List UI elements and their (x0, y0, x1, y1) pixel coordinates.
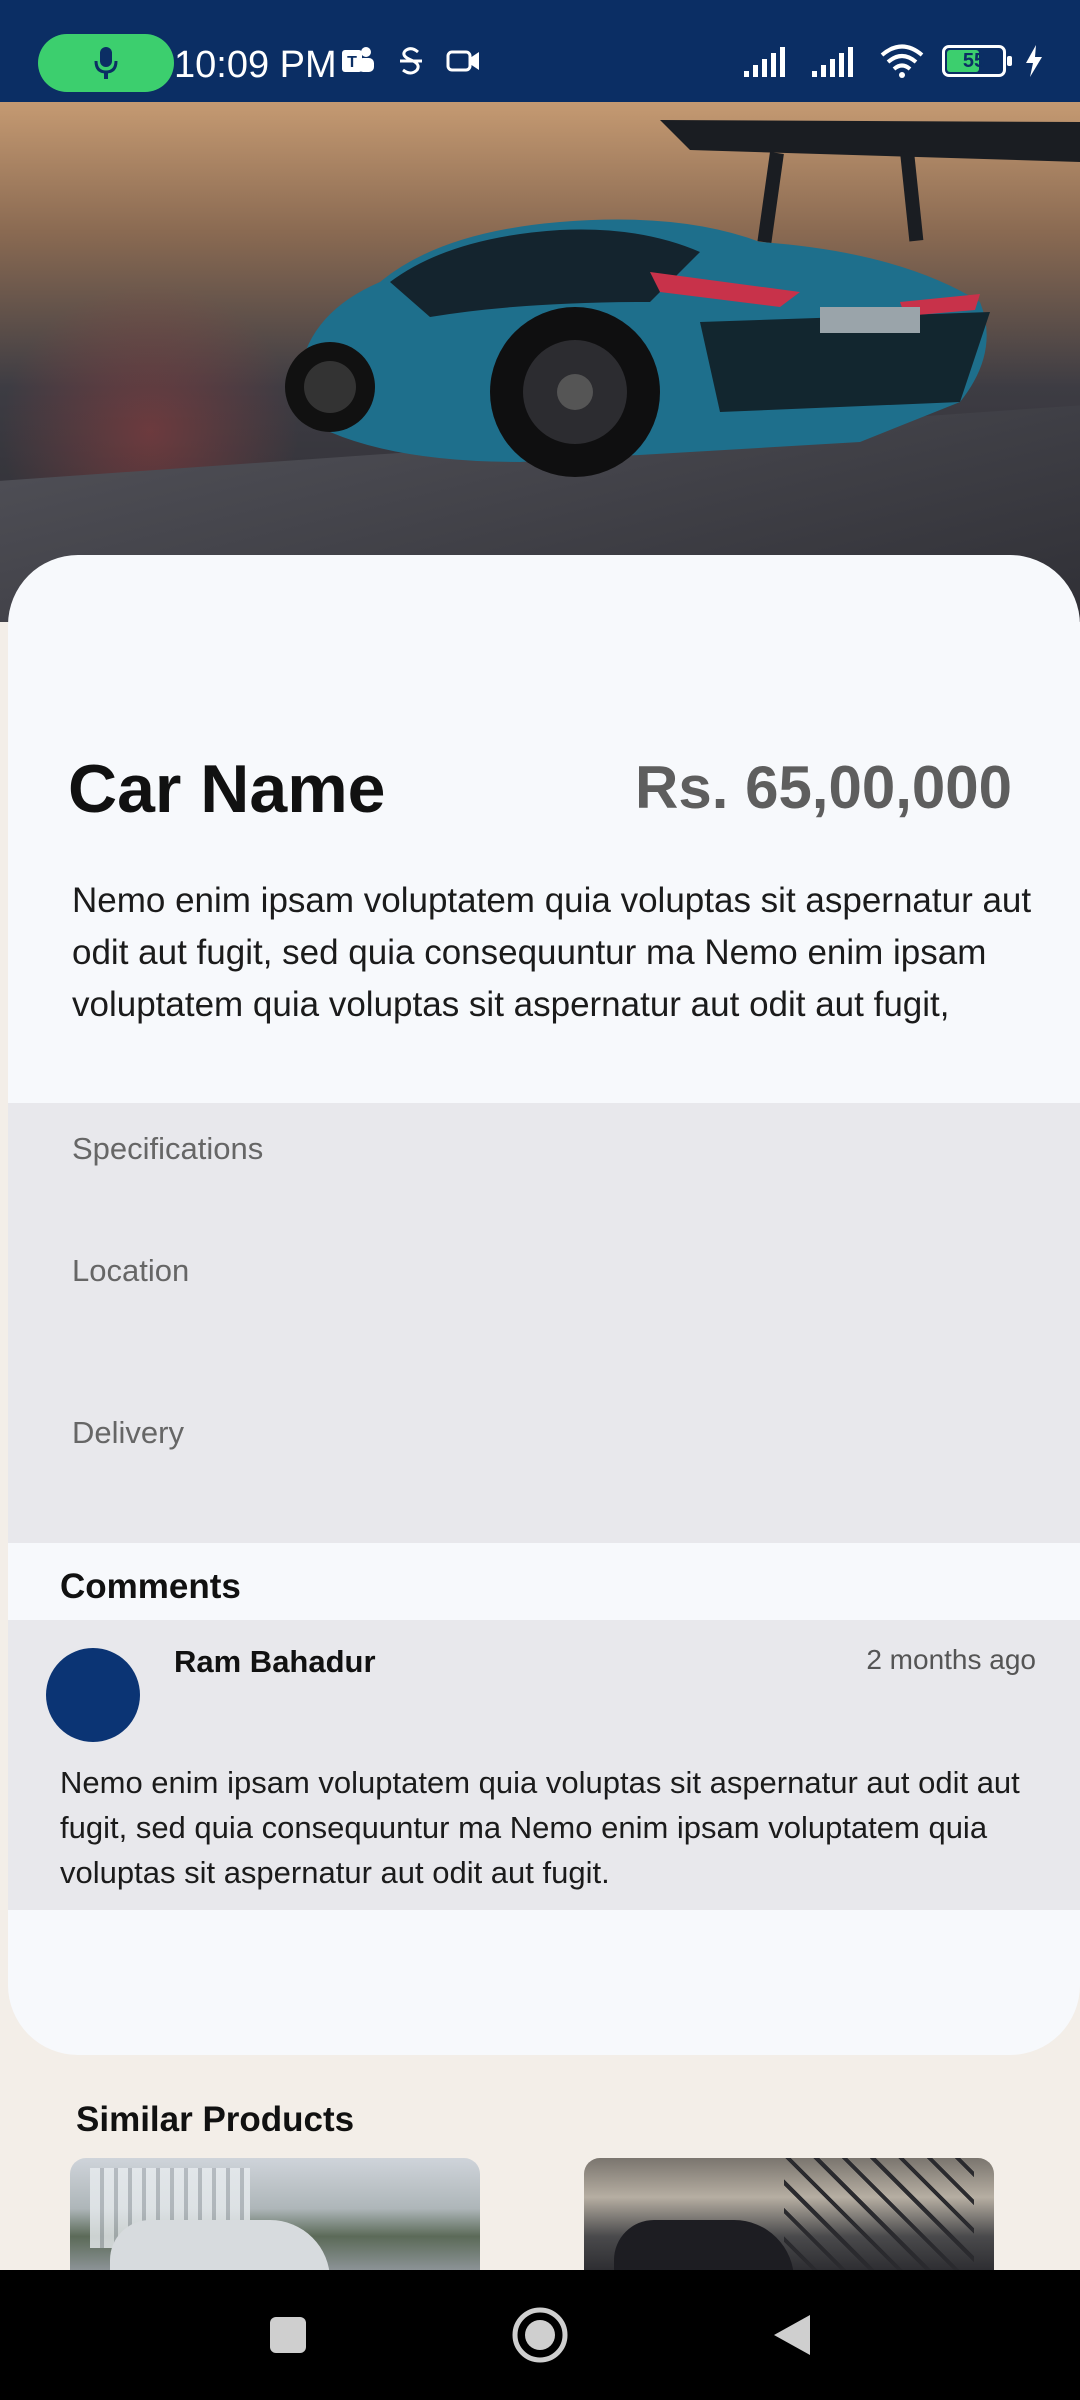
car-description: Nemo enim ipsam voluptatem quia voluptas… (72, 881, 1032, 1024)
comment-text: Nemo enim ipsam voluptatem quia voluptas… (60, 1765, 1020, 1890)
comment-author: Ram Bahadur (174, 1644, 376, 1679)
video-camera-icon (446, 50, 479, 72)
similar-product-card[interactable] (584, 2158, 994, 2270)
clock: 10:09 PM (174, 44, 337, 86)
product-thumbnail-car (614, 2220, 794, 2270)
status-bar: 10:09 PM T 55 (0, 0, 1080, 102)
strikethrough-s-icon (400, 47, 422, 75)
back-triangle-icon (774, 2315, 810, 2355)
home-circle-icon (512, 2307, 568, 2363)
notification-icons: T (340, 44, 482, 78)
specifications-label[interactable]: Specifications (72, 1131, 263, 1167)
battery-level: 55 (962, 49, 986, 72)
comments-heading: Comments (60, 1567, 241, 1606)
hero-car-image (0, 102, 1080, 622)
similar-product-card[interactable] (70, 2158, 480, 2270)
delivery-label[interactable]: Delivery (72, 1415, 184, 1451)
mic-indicator[interactable] (38, 34, 174, 92)
navigation-bar (0, 2270, 1080, 2400)
comment-timestamp: 2 months ago (866, 1644, 1036, 1675)
svg-text:T: T (347, 54, 357, 71)
recents-square-icon (270, 2317, 306, 2353)
signal-icon (744, 47, 785, 77)
wifi-icon (880, 44, 924, 78)
avatar[interactable] (46, 1648, 140, 1742)
product-thumbnail-stairs (784, 2158, 974, 2270)
product-detail-card: Car Name Rs. 65,00,000 Nemo enim ipsam v… (8, 555, 1080, 2055)
home-button[interactable] (510, 2305, 570, 2365)
back-button[interactable] (762, 2305, 822, 2365)
battery-icon: 55 (942, 45, 1012, 77)
charging-bolt-icon (1026, 45, 1042, 77)
recents-button[interactable] (258, 2305, 318, 2365)
car-illustration (285, 120, 1080, 477)
car-name: Car Name (68, 751, 386, 827)
signal-icon (812, 47, 853, 77)
location-label[interactable]: Location (72, 1253, 189, 1289)
teams-icon: T (342, 47, 374, 72)
product-thumbnail-car (110, 2220, 330, 2270)
similar-products-heading: Similar Products (76, 2100, 355, 2139)
details-section: Specifications Location Delivery (8, 1103, 1080, 1543)
mic-icon (94, 47, 118, 79)
comment-item: Ram Bahadur 2 months ago Nemo enim ipsam… (8, 1620, 1080, 1910)
car-price: Rs. 65,00,000 (635, 754, 1012, 821)
system-icons: 55 (744, 44, 1044, 78)
